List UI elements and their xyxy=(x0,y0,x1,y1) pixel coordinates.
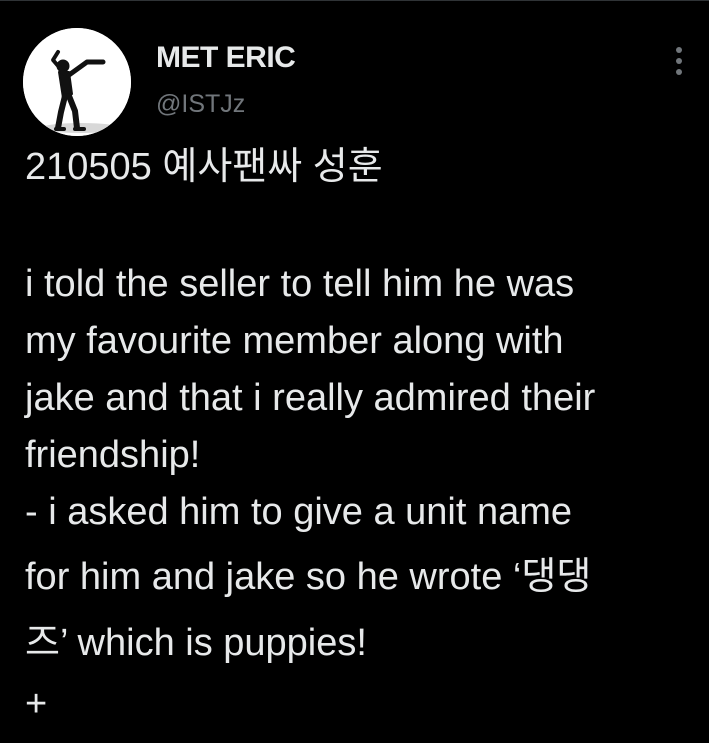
more-dot xyxy=(676,47,682,53)
avatar-silhouette-icon xyxy=(23,28,131,136)
user-handle[interactable]: @ISTJz xyxy=(156,90,245,119)
tweet-text-line: i told the seller to tell him he was xyxy=(25,263,575,305)
more-vertical-icon[interactable] xyxy=(664,44,694,78)
tweet-text-line: my favourite member along with xyxy=(25,320,564,362)
tweet: MET ERIC @ISTJz 210505 예사팬싸 성훈 i told th… xyxy=(0,0,709,743)
tweet-text-line: + xyxy=(25,683,48,725)
tweet-text-line: for him and jake so he wrote ‘댕댕 xyxy=(25,556,592,598)
tweet-text-line: jake and that i really admired their xyxy=(25,377,596,419)
more-dot xyxy=(676,69,682,75)
tweet-text-line: 210505 예사팬싸 성훈 xyxy=(25,146,383,188)
tweet-text-line: friendship! xyxy=(25,434,201,476)
tweet-text-line: - i asked him to give a unit name xyxy=(25,491,573,533)
display-name[interactable]: MET ERIC xyxy=(156,41,296,75)
tweet-text-line: 즈’ which is puppies! xyxy=(25,622,367,664)
avatar[interactable] xyxy=(23,28,131,136)
more-dot xyxy=(676,58,682,64)
